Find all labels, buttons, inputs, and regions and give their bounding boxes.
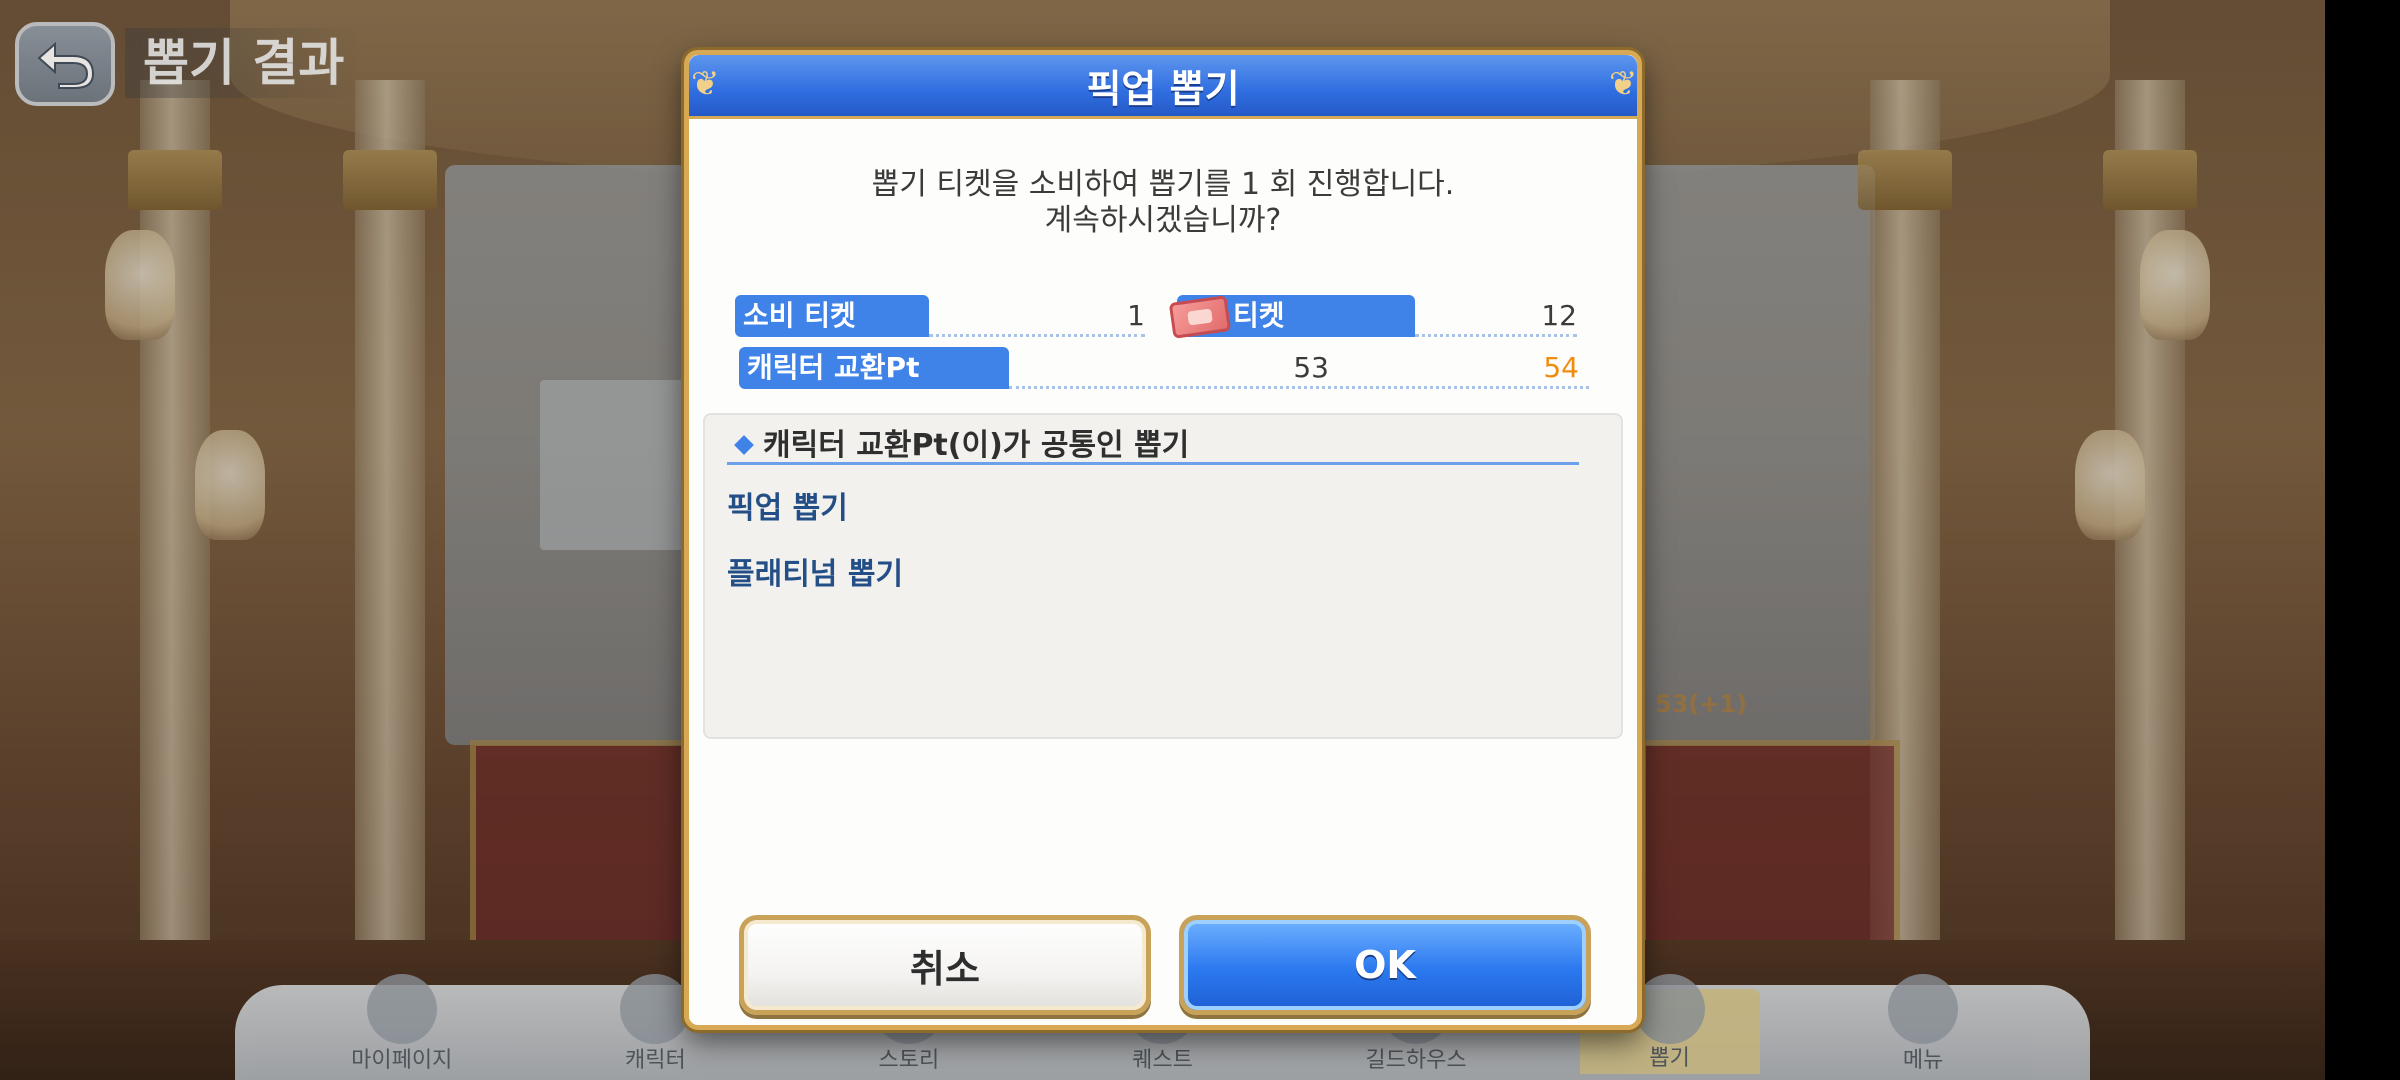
dotted-leader [1009,385,1589,389]
consume-ticket-value: 1 [1127,299,1145,332]
dialog-header: ❦ 픽업 뽑기 ❦ [689,55,1638,119]
consume-ticket-row: 소비 티켓 1 [735,295,1145,337]
back-button[interactable] [15,22,115,106]
message-line: 뽑기 티켓을 소비하여 뽑기를 1 회 진행합니다. [871,167,1455,202]
info-list-item: 픽업 뽑기 [727,491,848,526]
dialog-title: 픽업 뽑기 [1086,67,1240,111]
tab-quest[interactable]: 퀘스트 [1072,974,1252,1074]
tab-icon [1888,974,1959,1044]
gacha-confirm-dialog: ❦ 픽업 뽑기 ❦ 뽑기 티켓을 소비하여 뽑기를 1 회 진행합니다. 계속하… [684,50,1642,1030]
exchange-pt-after: 54 [1543,351,1579,384]
cancel-button[interactable]: 취소 [739,915,1151,1015]
info-heading-text: 캐릭터 교환Pt(이)가 공통인 뽑기 [763,427,1190,463]
diamond-bullet-icon [734,434,754,455]
owned-ticket-row: 티켓 12 [1168,295,1577,339]
dotted-leader [1415,333,1577,337]
message-line: 계속하시겠습니까? [1044,203,1282,238]
screen-edge-bar [2325,0,2400,1080]
tab-character[interactable]: 캐릭터 [565,974,745,1074]
tab-mypage[interactable]: 마이페이지 [312,974,492,1074]
corner-ornament-icon: ❦ [1609,64,1638,104]
exchange-pt-row: 캐릭터 교환Pt 53 54 [739,347,1589,389]
tab-icon [366,974,437,1044]
shared-gacha-info-box: 캐릭터 교환Pt(이)가 공통인 뽑기 픽업 뽑기 플래티넘 뽑기 [703,413,1623,739]
cancel-button-label: 취소 [910,946,980,991]
info-heading: 캐릭터 교환Pt(이)가 공통인 뽑기 [727,421,1579,465]
info-list-item: 플래티넘 뽑기 [727,557,904,592]
tab-guildhouse[interactable]: 길드하우스 [1326,974,1506,1074]
tab-icon [620,974,691,1044]
ok-button[interactable]: OK [1179,915,1591,1015]
dotted-leader [929,333,1145,337]
consume-ticket-label: 소비 티켓 [735,295,929,337]
back-arrow-icon [37,41,95,89]
ok-button-label: OK [1354,943,1416,987]
exchange-pt-current: 53 [1293,351,1329,384]
page-title: 뽑기 결과 [125,28,363,98]
owned-ticket-value: 12 [1541,299,1577,332]
dialog-message: 뽑기 티켓을 소비하여 뽑기를 1 회 진행합니다. 계속하시겠습니까? [689,167,1637,239]
tab-menu[interactable]: 메뉴 [1833,974,2013,1074]
exchange-pt-label: 캐릭터 교환Pt [739,347,1009,389]
corner-ornament-icon: ❦ [691,64,720,104]
tab-icon [1634,974,1705,1044]
tab-story[interactable]: 스토리 [819,974,999,1074]
